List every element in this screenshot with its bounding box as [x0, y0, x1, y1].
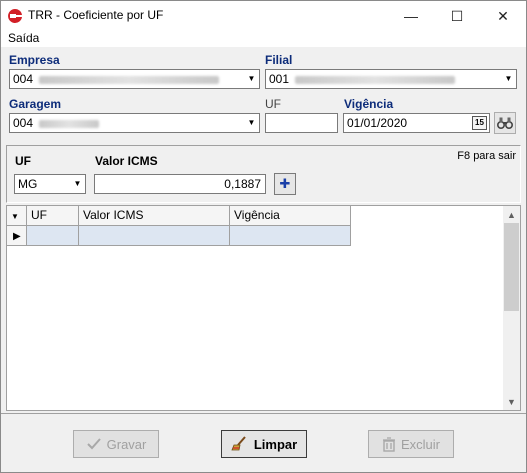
window-title: TRR - Coeficiente por UF: [28, 8, 164, 22]
cell-uf[interactable]: [27, 226, 79, 246]
search-button[interactable]: [494, 112, 516, 134]
vertical-scrollbar[interactable]: ▲ ▼: [503, 206, 520, 410]
data-grid: ▼ UF Valor ICMS Vigência ▶ ▲ ▼: [6, 205, 521, 411]
empresa-select[interactable]: 004 ▼: [9, 69, 260, 89]
current-row-icon: ▶: [13, 231, 21, 242]
filter-panel: Empresa 004 ▼ Filial 001 ▼ Garagem 004 ▼…: [1, 48, 526, 141]
f8-hint: F8 para sair: [457, 150, 516, 162]
maximize-button[interactable]: ☐: [434, 1, 480, 31]
gravar-button[interactable]: Gravar: [73, 430, 159, 458]
sort-down-icon: ▼: [11, 212, 19, 221]
valor-icms-input[interactable]: 0,1887: [94, 174, 266, 194]
entry-uf-value: MG: [18, 177, 38, 191]
trash-icon: [382, 436, 395, 452]
action-panel: Gravar Limpar Excluir: [1, 413, 526, 472]
filial-value: 001: [269, 72, 290, 86]
column-header-vigencia[interactable]: Vigência: [230, 206, 351, 226]
app-window: TRR - Coeficiente por UF — ☐ ✕ Saída Emp…: [0, 0, 527, 473]
empresa-label: Empresa: [9, 53, 60, 67]
entry-panel: UF Valor ICMS F8 para sair MG ▼ 0,1887 ✚: [6, 145, 521, 203]
header-indicator-cell: ▼: [7, 206, 27, 226]
checkmark-icon: [86, 438, 101, 450]
entry-uf-select[interactable]: MG ▼: [14, 174, 86, 194]
limpar-button[interactable]: Limpar: [221, 430, 307, 458]
close-button[interactable]: ✕: [480, 1, 526, 31]
scroll-thumb[interactable]: [504, 223, 519, 311]
limpar-label: Limpar: [253, 436, 298, 452]
row-indicator: ▶: [7, 226, 27, 246]
filial-label: Filial: [265, 53, 293, 67]
menu-bar: Saída: [1, 31, 526, 47]
entry-uf-label: UF: [15, 154, 31, 168]
garagem-select[interactable]: 004 ▼: [9, 113, 260, 133]
close-icon: ✕: [497, 7, 509, 24]
uf-filter-input[interactable]: [265, 113, 338, 133]
plus-icon: ✚: [279, 176, 291, 191]
redacted-text: [295, 75, 456, 84]
redacted-text: [39, 119, 100, 128]
vigencia-label: Vigência: [344, 97, 394, 111]
excluir-button[interactable]: Excluir: [368, 430, 454, 458]
redacted-text: [39, 75, 220, 84]
chevron-down-icon: ▼: [73, 179, 82, 188]
filial-select[interactable]: 001 ▼: [265, 69, 517, 89]
scroll-up-icon[interactable]: ▲: [503, 206, 520, 223]
gravar-label: Gravar: [106, 436, 147, 452]
broom-icon: [231, 436, 246, 451]
garagem-label: Garagem: [9, 97, 62, 111]
menu-item-saida[interactable]: Saída: [8, 31, 39, 45]
column-header-uf[interactable]: UF: [27, 206, 79, 226]
minimize-icon: —: [404, 8, 418, 24]
app-logo-icon: [8, 8, 22, 23]
add-button[interactable]: ✚: [274, 173, 296, 195]
empresa-value: 004: [13, 72, 34, 86]
scroll-down-icon[interactable]: ▼: [503, 393, 520, 410]
column-header-valor-icms[interactable]: Valor ICMS: [79, 206, 230, 226]
chevron-down-icon: ▼: [247, 118, 256, 127]
garagem-value: 004: [13, 116, 34, 130]
minimize-button[interactable]: —: [388, 1, 434, 31]
excluir-label: Excluir: [400, 436, 440, 452]
vigencia-value: 01/01/2020: [347, 116, 408, 130]
uf-filter-label: UF: [265, 97, 281, 111]
maximize-icon: ☐: [450, 7, 464, 24]
vigencia-date-input[interactable]: 01/01/2020 15: [343, 113, 490, 133]
entry-valor-label: Valor ICMS: [95, 154, 158, 168]
binoculars-icon: [497, 117, 513, 129]
calendar-icon[interactable]: 15: [472, 116, 487, 130]
chevron-down-icon: ▼: [247, 74, 256, 83]
cell-valor-icms[interactable]: [79, 226, 230, 246]
title-bar: TRR - Coeficiente por UF — ☐ ✕: [1, 1, 526, 31]
chevron-down-icon: ▼: [504, 74, 513, 83]
cell-vigencia[interactable]: [230, 226, 351, 246]
